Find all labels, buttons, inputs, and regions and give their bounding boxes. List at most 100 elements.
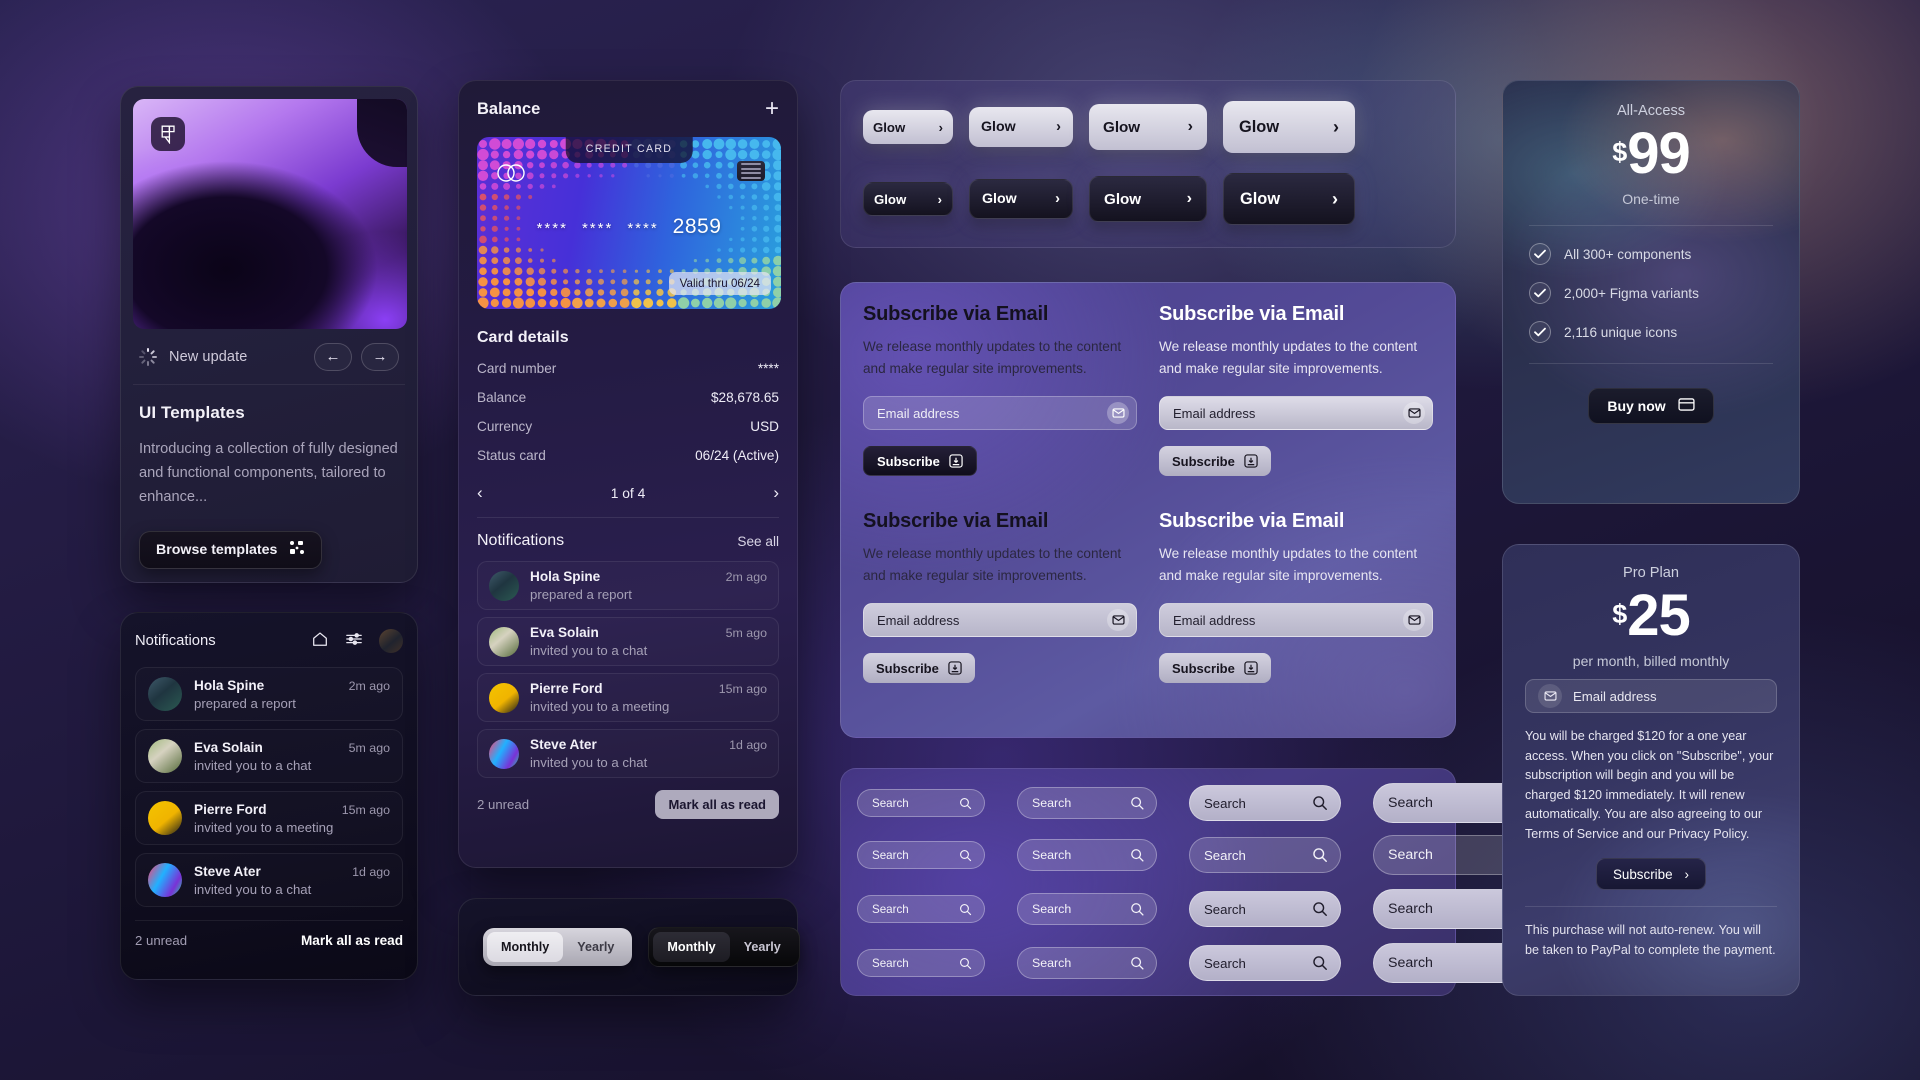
search-input[interactable]: Search [1017,839,1157,871]
search-input[interactable]: Search [857,895,985,923]
glow-button[interactable]: Glow › [969,179,1073,219]
templates-description: Introducing a collection of fully design… [139,437,399,509]
email-field[interactable]: Email address [1525,679,1777,713]
subscribe-label: Subscribe [876,661,939,676]
notification-item[interactable]: Steve Ater 1d ago invited you to a chat [135,853,403,907]
plus-icon[interactable]: + [765,97,779,121]
home-icon[interactable] [311,630,329,653]
mark-all-as-read-button[interactable]: Mark all as read [301,933,403,948]
glow-buttons-panel: Glow › Glow › Glow › Glow › Glow › Glow › Glow › Glow › [840,80,1456,248]
search-input[interactable]: Search [1017,787,1157,819]
search-placeholder: Search [872,797,909,810]
search-input[interactable]: Search [1189,785,1341,821]
avatar[interactable] [379,629,403,653]
subscribe-button[interactable]: Subscribe [863,446,977,476]
card-last4: 2859 [673,215,722,239]
chevron-right-icon[interactable]: › [773,483,779,503]
credit-card-type-label: CREDIT CARD [566,137,693,163]
search-placeholder: Search [1032,796,1071,810]
segmented-toggle-card: Monthly Yearly Monthly Yearly [458,898,798,996]
billing-period-toggle[interactable]: Monthly Yearly [648,927,799,967]
toggle-option-yearly[interactable]: Yearly [730,932,795,962]
glow-button[interactable]: Glow › [1089,104,1207,150]
email-field[interactable]: Email address [863,603,1137,637]
subscribe-description: We release monthly updates to the conten… [863,543,1137,587]
email-field[interactable]: Email address [1159,396,1433,430]
notification-item[interactable]: Eva Solain 5m ago invited you to a chat [477,617,779,666]
sliders-icon[interactable] [345,630,363,653]
search-input[interactable]: Search [1189,891,1341,927]
notification-item[interactable]: Hola Spine 2m ago prepared a report [477,561,779,610]
toggle-option-monthly[interactable]: Monthly [487,932,563,962]
notification-item[interactable]: Pierre Ford 15m ago invited you to a meeti… [135,791,403,845]
search-input[interactable]: Search [1189,837,1341,873]
avatar [148,739,182,773]
buy-now-button[interactable]: Buy now [1588,388,1713,424]
email-placeholder: Email address [1173,406,1255,421]
toggle-option-monthly[interactable]: Monthly [653,932,729,962]
balance-notifications-footer: 2 unread Mark all as read [477,790,779,819]
chevron-right-icon: › [1056,120,1061,135]
search-placeholder: Search [1032,902,1071,916]
chevron-right-icon: › [939,121,943,134]
browse-templates-button[interactable]: Browse templates [139,531,322,569]
arrow-right-icon[interactable]: → [361,343,399,371]
chevron-left-icon[interactable]: ‹ [477,483,483,503]
search-input[interactable]: Search [1017,947,1157,979]
glow-button[interactable]: Glow › [969,107,1073,147]
subscribe-label: Subscribe [1172,454,1235,469]
plan-price: $ 99 [1529,125,1773,183]
subscribe-button[interactable]: Subscribe [1159,653,1271,683]
magnifier-icon [1312,955,1328,971]
envelope-icon [1107,609,1129,631]
billing-period-toggle[interactable]: Monthly Yearly [483,928,632,966]
subscribe-description: We release monthly updates to the conten… [1159,543,1433,587]
card-details-title: Card details [477,329,779,347]
feature-label: 2,116 unique icons [1564,325,1677,340]
subscribe-button[interactable]: Subscribe › [1596,858,1706,890]
search-placeholder: Search [872,957,909,970]
glow-button[interactable]: Glow › [1223,101,1355,153]
price-amount: 99 [1627,125,1690,183]
email-field[interactable]: Email address [863,396,1137,430]
search-input[interactable]: Search [857,949,985,977]
arrow-left-icon[interactable]: ← [314,343,352,371]
card-detail-row: Card number **** [477,361,779,376]
subscribe-button[interactable]: Subscribe [1159,446,1271,476]
feature-item: All 300+ components [1529,243,1773,265]
search-placeholder: Search [1204,848,1246,863]
subscribe-title: Subscribe via Email [1159,510,1433,533]
notification-name: Eva Solain [530,625,599,640]
avatar [489,571,519,601]
toggle-option-yearly[interactable]: Yearly [563,932,628,962]
notification-item[interactable]: Pierre Ford 15m ago invited you to a meeti… [477,673,779,722]
subscribe-button[interactable]: Subscribe [863,653,975,683]
loading-spinner-icon [139,348,157,366]
search-input[interactable]: Search [857,789,985,817]
browse-templates-label: Browse templates [156,542,277,558]
notification-top-row: Steve Ater 1d ago [194,864,390,879]
see-all-link[interactable]: See all [737,534,779,549]
notification-item[interactable]: Steve Ater 1d ago invited you to a chat [477,729,779,778]
glow-button[interactable]: Glow › [863,182,953,216]
plan-period: per month, billed monthly [1525,653,1777,669]
feature-label: All 300+ components [1564,247,1691,262]
search-input[interactable]: Search [1017,893,1157,925]
card-mask-1: **** [537,220,568,237]
glow-button[interactable]: Glow › [1089,176,1207,222]
search-input[interactable]: Search [857,841,985,869]
glow-button[interactable]: Glow › [1223,173,1355,225]
notification-text: Pierre Ford 15m ago invited you to a meeti… [530,681,767,714]
check-icon [1529,282,1551,304]
magnifier-icon [959,849,972,862]
search-placeholder: Search [1388,901,1433,917]
mark-all-as-read-button[interactable]: Mark all as read [655,790,779,819]
notification-item[interactable]: Eva Solain 5m ago invited you to a chat [135,729,403,783]
figma-icon [151,117,185,151]
notification-name: Steve Ater [530,737,597,752]
email-field[interactable]: Email address [1159,603,1433,637]
notification-item[interactable]: Hola Spine 2m ago prepared a report [135,667,403,721]
search-input[interactable]: Search [1189,945,1341,981]
credit-card-valid-thru: Valid thru 06/24 [669,272,771,295]
glow-button[interactable]: Glow › [863,110,953,144]
